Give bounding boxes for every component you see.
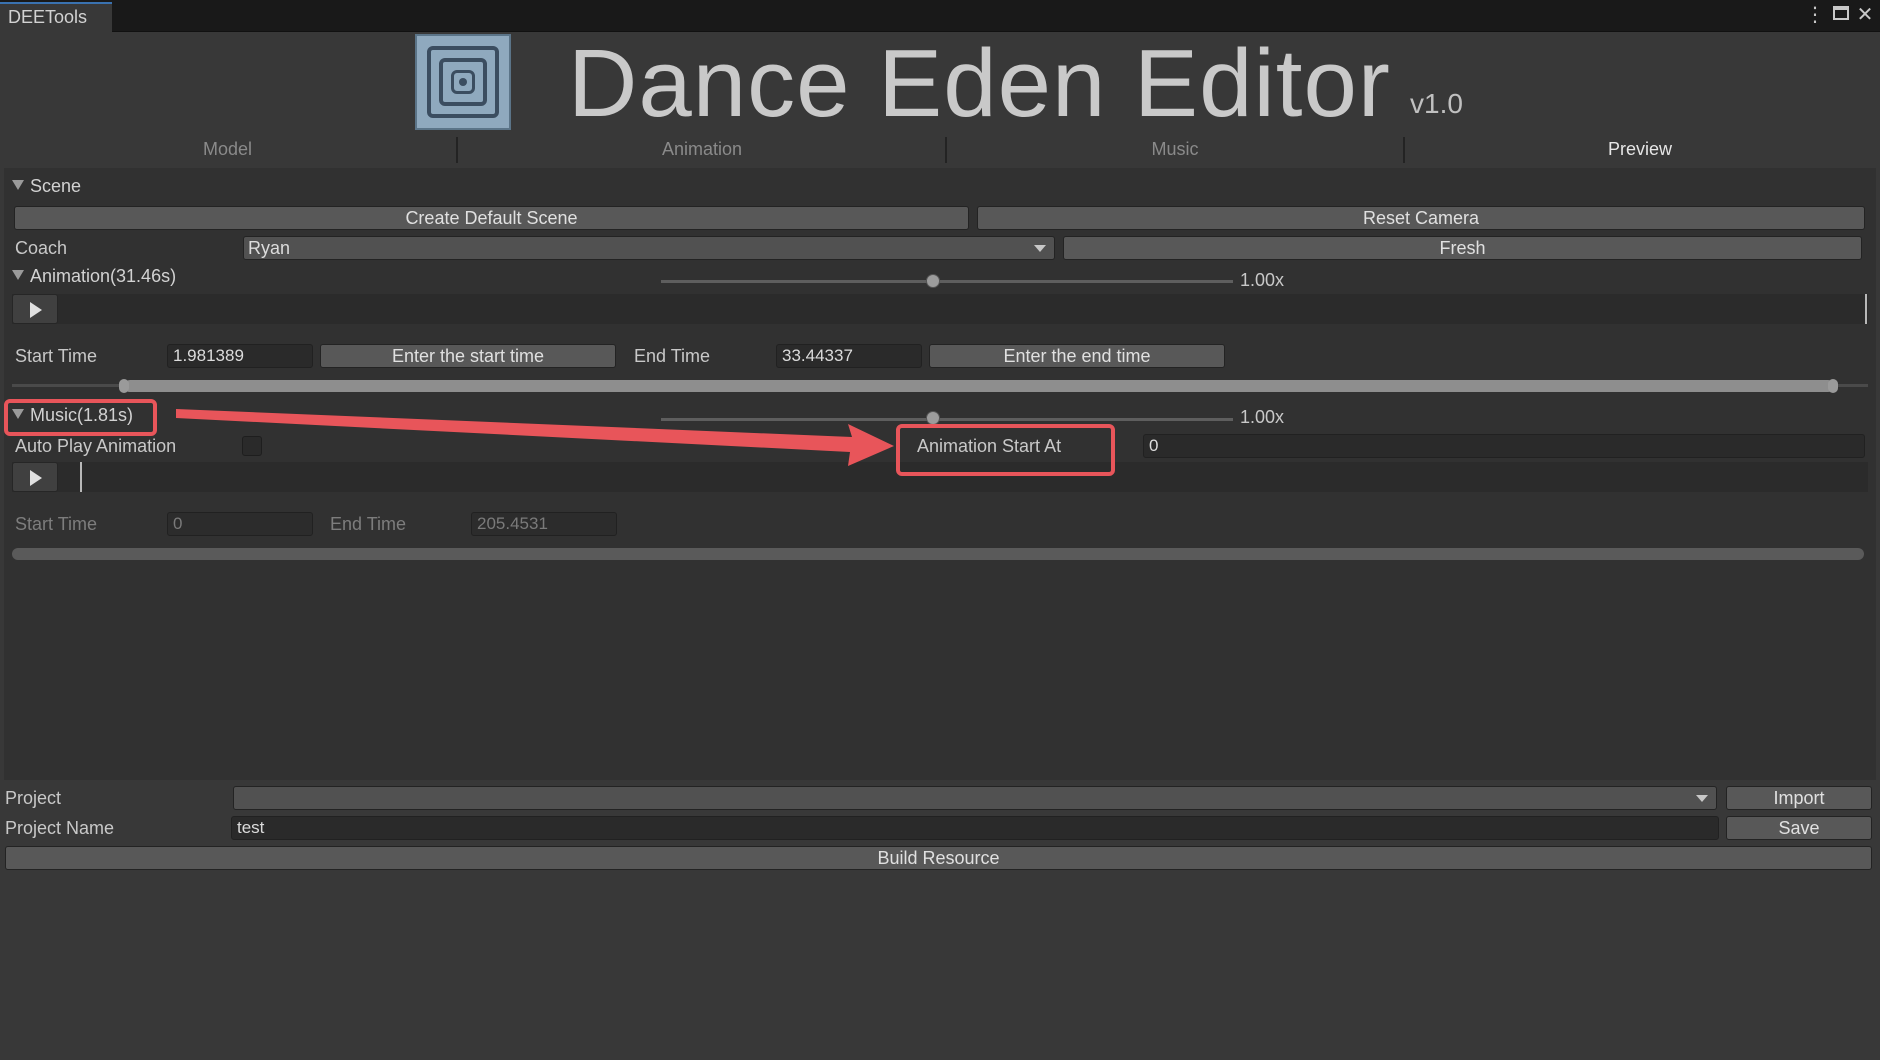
- annotation-arrow-icon: [176, 409, 894, 466]
